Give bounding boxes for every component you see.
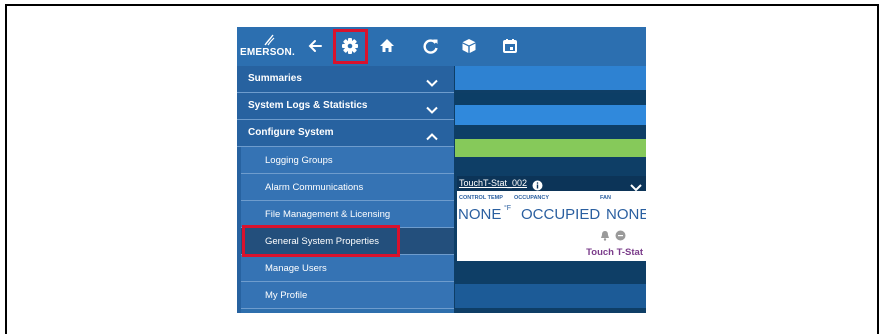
menu-item-label: Logging Groups <box>265 155 333 166</box>
bell-icon <box>600 228 610 246</box>
menu-system-logs[interactable]: System Logs & Statistics <box>237 93 454 120</box>
menu-configure-system[interactable]: Configure System <box>237 120 454 147</box>
device-type-label: Touch T-Stat <box>586 247 643 258</box>
menu-item-my-profile[interactable]: My Profile <box>237 282 454 309</box>
control-temp-unit: °F <box>504 205 512 212</box>
menu-system-logs-label: System Logs & Statistics <box>248 100 368 111</box>
occupancy-label: OCCUPANCY <box>514 195 550 201</box>
app-window: EMERSON. TouchT-Stat_002 CONTROL TEMP OC… <box>237 27 646 313</box>
info-icon[interactable] <box>532 178 543 196</box>
content-band <box>455 105 646 125</box>
device-card[interactable]: TouchT-Stat_002 CONTROL TEMP OCCUPANCY F… <box>457 176 646 261</box>
menu-item-label: Alarm Communications <box>265 182 364 193</box>
menu-indent-gutter <box>237 147 241 313</box>
content-band <box>455 284 646 308</box>
chevron-down-icon <box>426 101 438 119</box>
menu-item-file-management[interactable]: File Management & Licensing <box>237 201 454 228</box>
fan-value: NONE <box>606 206 646 223</box>
arrow-left-icon[interactable] <box>305 35 327 57</box>
content-band <box>455 66 646 90</box>
occupancy-value: OCCUPIED <box>521 206 601 223</box>
menu-summaries-label: Summaries <box>248 73 302 84</box>
device-card-header: TouchT-Stat_002 <box>457 176 646 192</box>
menu-item-manage-users[interactable]: Manage Users <box>237 255 454 282</box>
chevron-down-icon <box>426 74 438 92</box>
cube-icon[interactable] <box>458 35 480 57</box>
gear-highlight <box>333 29 368 64</box>
menu-item-label: Manage Users <box>265 263 327 274</box>
menu-item-alarm-communications[interactable]: Alarm Communications <box>237 174 454 201</box>
content-band <box>455 157 646 176</box>
fan-label: FAN <box>600 195 611 201</box>
device-card-title[interactable]: TouchT-Stat_002 <box>459 178 527 188</box>
refresh-icon[interactable] <box>420 35 442 57</box>
top-toolbar: EMERSON. <box>237 27 646 66</box>
menu-item-logging-groups[interactable]: Logging Groups <box>237 147 454 174</box>
home-icon[interactable] <box>376 35 398 57</box>
calendar-icon[interactable] <box>499 35 521 57</box>
menu-item-highlight <box>242 225 400 257</box>
chevron-up-icon <box>426 128 438 146</box>
control-temp-label: CONTROL TEMP <box>459 195 503 201</box>
menu-configure-system-label: Configure System <box>248 127 334 138</box>
chevron-down-icon[interactable] <box>630 179 642 197</box>
logo-text: EMERSON. <box>240 47 295 58</box>
status-dot-icon <box>615 228 626 246</box>
control-temp-value: NONE <box>458 206 502 223</box>
menu-summaries[interactable]: Summaries <box>237 66 454 93</box>
emerson-logo: EMERSON. <box>240 33 298 63</box>
menu-item-label: My Profile <box>265 290 308 301</box>
menu-item-label: File Management & Licensing <box>265 209 391 220</box>
sidebar-menu: Summaries System Logs & Statistics Confi… <box>237 66 454 313</box>
content-band <box>455 139 646 157</box>
